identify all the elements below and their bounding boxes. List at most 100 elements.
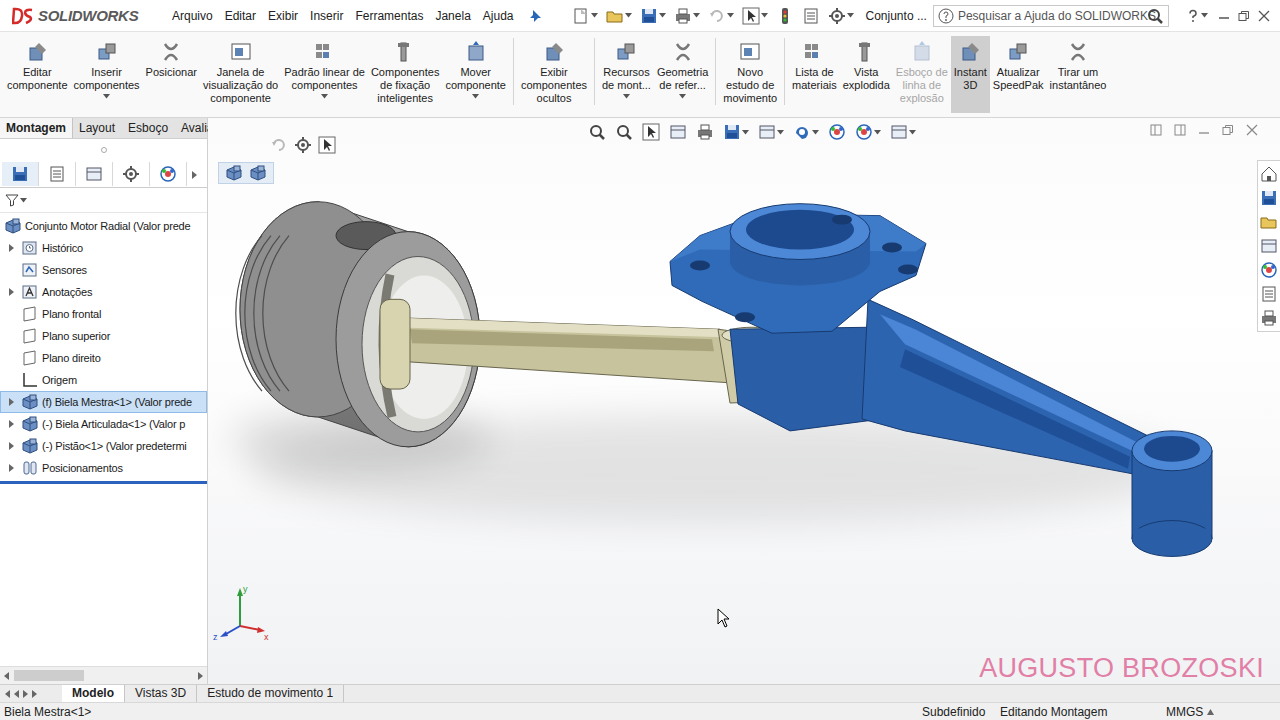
dropdown-arrow-icon[interactable] — [742, 130, 749, 135]
command-button[interactable]: Padrão linear de componentes — [281, 36, 368, 113]
menu-item[interactable]: Inserir — [304, 7, 349, 25]
minimize-icon[interactable] — [1198, 124, 1210, 136]
bottom-tab[interactable]: Modelo — [62, 685, 125, 702]
rollback-bar[interactable] — [0, 481, 207, 484]
right-arrow-icon[interactable] — [8, 420, 15, 428]
appearances-icon[interactable] — [1260, 261, 1278, 279]
menu-item[interactable]: Ferramentas — [349, 7, 429, 25]
breadcrumb[interactable] — [218, 162, 274, 184]
command-button[interactable]: Atualizar SpeedPak — [990, 36, 1047, 113]
dropdown-arrow-icon[interactable] — [20, 198, 27, 203]
open-icon[interactable] — [606, 7, 624, 25]
dropdown-arrow-icon[interactable] — [625, 13, 632, 18]
design-library-icon[interactable] — [1260, 189, 1278, 207]
view-button[interactable] — [667, 121, 689, 143]
dimxpert-icon[interactable] — [122, 165, 140, 183]
dropdown-arrow-icon[interactable] — [777, 130, 784, 135]
menu-item[interactable]: Arquivo — [166, 7, 219, 25]
quick-button[interactable] — [570, 5, 600, 27]
model-canvas[interactable] — [208, 118, 1280, 684]
dropdown-arrow-icon[interactable] — [623, 94, 630, 99]
up-arrow-icon[interactable] — [1207, 708, 1214, 716]
dropdown-arrow-icon[interactable] — [472, 94, 479, 99]
command-button[interactable]: Esboço de linha de explosão — [893, 36, 951, 113]
minimize-icon[interactable] — [1218, 10, 1230, 22]
split-left-icon[interactable] — [1150, 124, 1162, 136]
command-button[interactable]: Lista de materiais — [789, 36, 840, 113]
dropdown-arrow-icon[interactable] — [761, 13, 768, 18]
save-icon[interactable] — [640, 7, 658, 25]
dropdown-arrow-icon[interactable] — [1201, 13, 1208, 18]
dropdown-arrow-icon[interactable] — [321, 94, 328, 99]
tree-item[interactable]: Posicionamentos — [0, 457, 207, 479]
close-icon[interactable] — [1246, 124, 1258, 136]
display-style-icon[interactable] — [758, 123, 776, 141]
options-icon[interactable] — [828, 7, 846, 25]
command-button[interactable]: Geometria de refer... — [654, 36, 711, 113]
command-button[interactable]: Vista explodida — [840, 36, 893, 113]
right-arrow-icon[interactable] — [8, 398, 15, 406]
quick-button[interactable] — [774, 5, 796, 27]
panel-tab[interactable] — [76, 162, 113, 186]
smart-dimension-icon[interactable] — [318, 136, 336, 154]
dynamic-annotation-icon[interactable] — [696, 123, 714, 141]
quick-button[interactable] — [826, 5, 856, 27]
tree-item[interactable]: Histórico — [0, 237, 207, 259]
command-button[interactable]: Novo estudo de movimento — [720, 36, 780, 113]
command-button[interactable]: Tirar um instantâneo — [1047, 36, 1110, 113]
tree-item[interactable]: Plano frontal — [0, 303, 207, 325]
tree-root[interactable]: Conjunto Motor Radial (Valor prede — [0, 215, 207, 237]
command-button[interactable]: Instant 3D — [951, 36, 990, 113]
undo-icon[interactable] — [708, 7, 726, 25]
panel-tab[interactable] — [2, 162, 39, 186]
right-arrow-icon[interactable] — [8, 244, 15, 252]
help-button[interactable] — [1184, 7, 1210, 25]
home-icon[interactable] — [1260, 165, 1278, 183]
dropdown-arrow-icon[interactable] — [909, 130, 916, 135]
print-icon[interactable] — [674, 7, 692, 25]
view-palette-icon[interactable] — [1260, 237, 1278, 255]
bottom-tab[interactable]: Vistas 3D — [125, 685, 197, 702]
new-document-icon[interactable] — [572, 7, 590, 25]
property-manager-icon[interactable] — [48, 165, 66, 183]
configuration-manager-icon[interactable] — [85, 165, 103, 183]
master-rod[interactable] — [670, 204, 1212, 557]
view-button[interactable] — [586, 121, 608, 143]
file-explorer-icon[interactable] — [1260, 213, 1278, 231]
command-button[interactable]: Editar componente — [4, 36, 71, 113]
dropdown-arrow-icon[interactable] — [679, 94, 686, 99]
view-button[interactable] — [853, 121, 883, 143]
view-button[interactable] — [721, 121, 751, 143]
filter-icon[interactable] — [5, 193, 19, 207]
graphics-area[interactable]: yxzAUGUSTO BROZOSKI — [208, 118, 1280, 684]
command-button[interactable]: Janela de visualização do componente — [200, 36, 281, 113]
left-arrow-icon[interactable] — [3, 672, 10, 680]
zoom-area-icon[interactable] — [615, 123, 633, 141]
scene-icon[interactable] — [855, 123, 873, 141]
view-orientation-icon[interactable] — [723, 123, 741, 141]
right-arrow-icon[interactable] — [22, 690, 29, 698]
command-button[interactable]: Mover componente — [442, 36, 509, 113]
close-icon[interactable] — [1258, 10, 1270, 22]
dropdown-arrow-icon[interactable] — [812, 130, 819, 135]
pin-icon[interactable] — [528, 9, 542, 23]
articulated-rod[interactable] — [380, 299, 782, 403]
display-settings-icon[interactable] — [890, 123, 908, 141]
menu-item[interactable]: Exibir — [262, 7, 304, 25]
quick-button[interactable] — [706, 5, 736, 27]
tree-item[interactable]: (f) Biela Mestra<1> (Valor prede — [0, 391, 207, 413]
dropdown-arrow-icon[interactable] — [727, 13, 734, 18]
right-arrow-icon[interactable] — [8, 442, 15, 450]
dropdown-arrow-icon[interactable] — [591, 13, 598, 18]
forum-icon[interactable] — [1260, 309, 1278, 327]
split-right-icon[interactable] — [1174, 124, 1186, 136]
right-arrow-icon[interactable] — [197, 672, 204, 680]
panel-tab[interactable] — [113, 162, 150, 186]
filter-row[interactable] — [0, 188, 207, 213]
command-tab[interactable]: Montagem — [0, 118, 73, 138]
custom-properties-icon[interactable] — [1260, 285, 1278, 303]
tree-item[interactable]: Sensores — [0, 259, 207, 281]
dropdown-arrow-icon[interactable] — [659, 13, 666, 18]
restore-icon[interactable] — [1238, 10, 1250, 22]
dropdown-arrow-icon[interactable] — [847, 13, 854, 18]
